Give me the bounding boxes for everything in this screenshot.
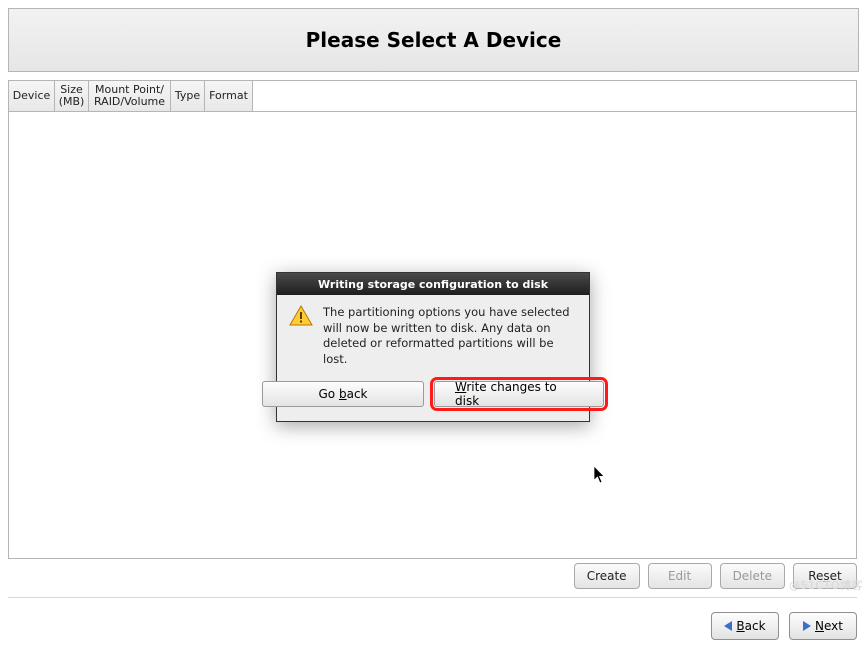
back-button[interactable]: Back: [711, 612, 779, 640]
col-mount[interactable]: Mount Point/ RAID/Volume: [89, 81, 171, 111]
table-header-row: Device Size (MB) Mount Point/ RAID/Volum…: [9, 81, 856, 112]
wizard-nav: Back Next: [711, 612, 857, 640]
write-changes-label: Write changes to disk: [455, 380, 583, 408]
next-button-label: Next: [815, 619, 843, 633]
arrow-right-icon: [803, 621, 811, 631]
warning-icon: [289, 305, 313, 367]
dialog-body: The partitioning options you have select…: [277, 295, 589, 373]
col-format[interactable]: Format: [205, 81, 253, 111]
delete-button: Delete: [720, 563, 785, 589]
partition-actions: Create Edit Delete Reset: [8, 563, 857, 591]
create-button[interactable]: Create: [574, 563, 640, 589]
arrow-left-icon: [724, 621, 732, 631]
write-config-dialog: Writing storage configuration to disk Th…: [276, 272, 590, 422]
edit-button: Edit: [648, 563, 712, 589]
back-button-label: Back: [736, 619, 765, 633]
col-size[interactable]: Size (MB): [55, 81, 89, 111]
col-device[interactable]: Device: [9, 81, 55, 111]
watermark: @51CTO博客: [789, 577, 863, 593]
dialog-title: Writing storage configuration to disk: [277, 273, 589, 295]
page-title: Please Select A Device: [306, 28, 562, 52]
banner: Please Select A Device: [8, 8, 859, 72]
col-type[interactable]: Type: [171, 81, 205, 111]
go-back-button[interactable]: Go back: [262, 381, 424, 407]
write-changes-button[interactable]: Write changes to disk: [434, 381, 604, 407]
dialog-button-row: Go back Write changes to disk: [277, 373, 589, 421]
separator: [8, 597, 857, 598]
go-back-label: Go back: [319, 387, 368, 401]
dialog-message: The partitioning options you have select…: [323, 305, 577, 367]
next-button[interactable]: Next: [789, 612, 857, 640]
